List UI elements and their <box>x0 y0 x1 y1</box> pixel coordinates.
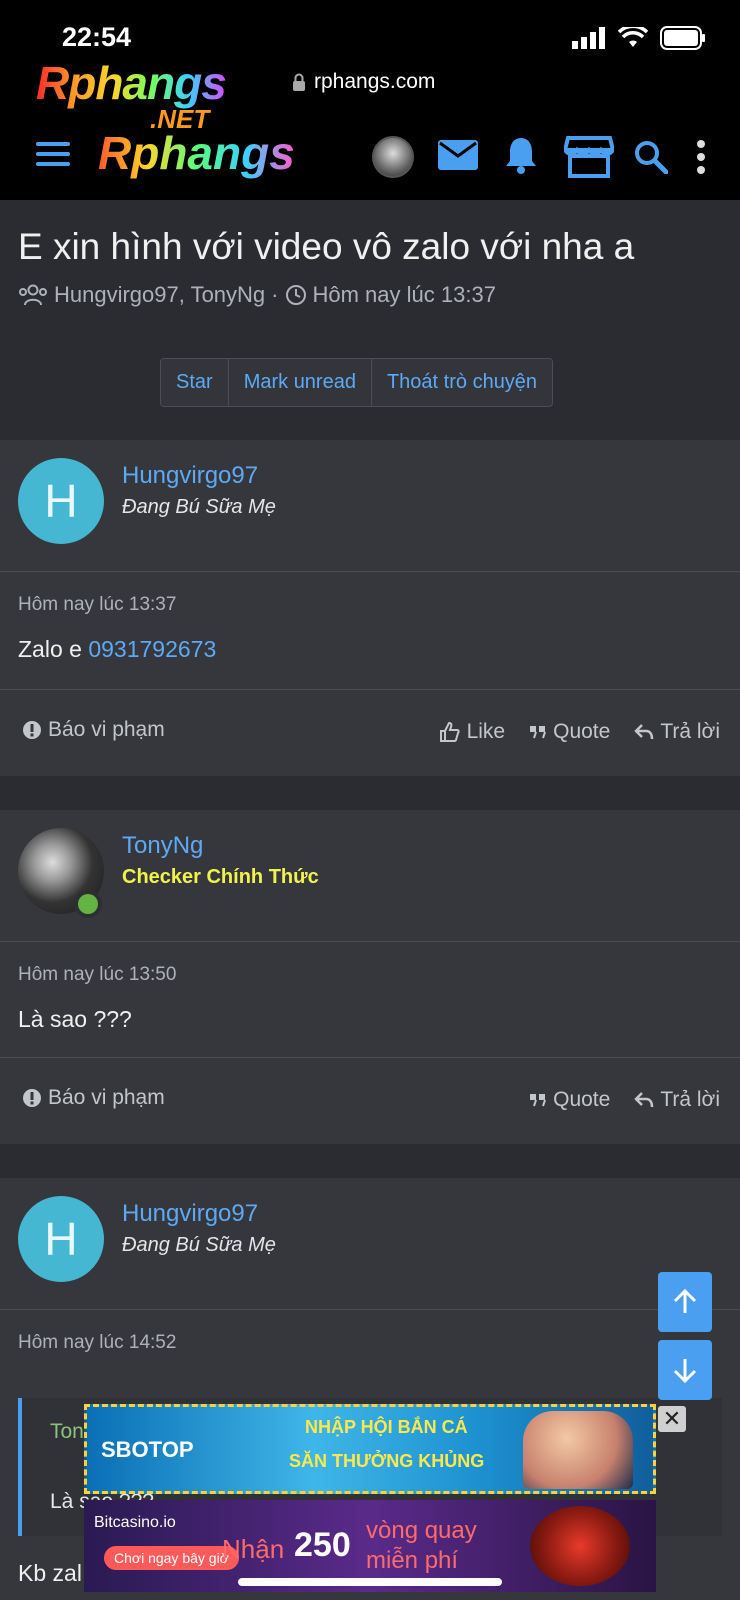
site-logo[interactable]: Rphangs <box>98 126 295 180</box>
menu-icon[interactable] <box>36 140 70 168</box>
message-action-links: Quote Trả lời <box>529 1088 720 1112</box>
avatar[interactable]: H <box>18 1196 104 1282</box>
message-date[interactable]: Hôm nay lúc 14:52 <box>18 1332 176 1354</box>
reply-button[interactable]: Trả lời <box>634 1088 720 1112</box>
signal-icon <box>572 27 605 49</box>
conversation-meta: Hungvirgo97, TonyNg · Hôm nay lúc 13:37 <box>18 282 496 308</box>
ad-image <box>523 1411 633 1489</box>
message-actions: Báo vi phạm Quote Trả lời <box>0 1058 740 1144</box>
ad-cta-button[interactable]: Chơi ngay bây giờ <box>104 1546 239 1570</box>
star-button[interactable]: Star <box>161 359 229 406</box>
status-icons <box>572 26 706 50</box>
ad-number: 250 <box>294 1526 351 1564</box>
message: TonyNg Checker Chính Thức Hôm nay lúc 13… <box>0 810 740 1144</box>
message-user-block: H Hungvirgo97 Đang Bú Sữa Mẹ <box>0 1178 740 1310</box>
alert-icon <box>23 721 41 739</box>
message-text: Kb zal <box>18 1560 82 1586</box>
report-button[interactable]: Báo vi phạm <box>22 1086 165 1110</box>
wifi-icon <box>618 27 648 47</box>
home-indicator[interactable] <box>238 1578 502 1586</box>
lock-icon <box>293 73 305 91</box>
store-icon[interactable] <box>564 134 614 178</box>
message-action-links: Like Quote Trả lời <box>439 720 720 744</box>
scroll-up-button[interactable] <box>658 1272 712 1332</box>
ad-brand: SBOTOP <box>101 1437 194 1462</box>
like-button[interactable]: Like <box>439 720 506 744</box>
browser-url[interactable]: rphangs.com <box>292 70 435 94</box>
like-label: Like <box>466 720 506 743</box>
mark-unread-button[interactable]: Mark unread <box>228 359 372 406</box>
leave-conversation-button[interactable]: Thoát trò chuyện <box>371 359 553 406</box>
message-text: Là sao ??? <box>18 1006 132 1032</box>
ad-image <box>530 1506 630 1586</box>
arrow-up-icon <box>673 1289 697 1313</box>
message-actions: Báo vi phạm Like Quote Trả lời <box>0 690 740 776</box>
ad-text-line2: miễn phí <box>366 1547 459 1574</box>
reply-button[interactable]: Trả lời <box>634 720 720 744</box>
reply-icon <box>634 1092 654 1108</box>
online-status-icon <box>74 890 102 918</box>
username[interactable]: TonyNg <box>122 832 203 860</box>
ad-text: vòng quay miễn phí <box>366 1516 477 1576</box>
status-time: 22:54 <box>62 22 132 52</box>
phone-link[interactable]: 0931792673 <box>88 636 216 662</box>
message: H Hungvirgo97 Đang Bú Sữa Mẹ Hôm nay lúc… <box>0 440 740 776</box>
alert-icon <box>23 1089 41 1107</box>
message-text: Zalo e 0931792673 <box>18 636 216 663</box>
scroll-down-button[interactable] <box>658 1340 712 1400</box>
message-user-block: H Hungvirgo97 Đang Bú Sữa Mẹ <box>0 440 740 572</box>
reply-label: Trả lời <box>660 1088 720 1111</box>
url-text: rphangs.com <box>314 70 436 93</box>
arrow-down-icon <box>673 1359 697 1383</box>
meta-separator: · <box>271 282 279 307</box>
close-ad-icon[interactable]: ✕ <box>658 1406 686 1432</box>
quote-button[interactable]: Quote <box>529 720 610 744</box>
search-icon[interactable] <box>634 140 668 174</box>
avatar[interactable]: H <box>18 458 104 544</box>
message-user-block: TonyNg Checker Chính Thức <box>0 810 740 942</box>
ad-headline: NHẬP HỘI BẮN CÁ <box>305 1417 468 1437</box>
quote-label: Quote <box>553 720 611 743</box>
thumbs-up-icon <box>439 721 460 742</box>
message-body: Hôm nay lúc 13:50 Là sao ??? <box>0 942 740 1058</box>
user-avatar[interactable] <box>372 136 414 178</box>
ad-prefix: Nhận <box>222 1534 285 1564</box>
user-title: Đang Bú Sữa Mẹ <box>122 1234 276 1256</box>
site-logo-small[interactable]: Rphangs <box>36 56 227 110</box>
report-label: Báo vi phạm <box>48 718 165 741</box>
ad-brand: Bitcasino.io <box>94 1514 176 1531</box>
more-options-icon[interactable] <box>696 140 706 174</box>
ad-text-line1: vòng quay <box>366 1517 477 1544</box>
reply-icon <box>634 724 654 740</box>
quote-icon <box>530 1094 547 1107</box>
ad-subheadline: SĂN THƯỞNG KHỦNG <box>289 1451 485 1471</box>
clock-icon <box>285 285 306 305</box>
quote-icon <box>530 726 547 739</box>
report-button[interactable]: Báo vi phạm <box>22 718 165 742</box>
battery-icon <box>660 26 705 50</box>
bell-icon[interactable] <box>504 136 538 174</box>
participants[interactable]: Hungvirgo97, TonyNg <box>54 282 265 308</box>
message-date[interactable]: Hôm nay lúc 13:50 <box>18 964 176 986</box>
quote-author[interactable]: Ton <box>50 1420 84 1444</box>
conversation-time: Hôm nay lúc 13:37 <box>312 282 496 307</box>
username[interactable]: Hungvirgo97 <box>122 462 258 490</box>
message-text-prefix: Zalo e <box>18 636 89 662</box>
user-title: Đang Bú Sữa Mẹ <box>122 496 276 518</box>
message-body: Hôm nay lúc 13:37 Zalo e 0931792673 <box>0 572 740 690</box>
message-date[interactable]: Hôm nay lúc 13:37 <box>18 594 176 616</box>
quote-button[interactable]: Quote <box>529 1088 610 1112</box>
ad-banner-sbotop[interactable]: SBOTOP NHẬP HỘI BẮN CÁ SĂN THƯỞNG KHỦNG <box>84 1404 656 1494</box>
report-label: Báo vi phạm <box>48 1086 165 1109</box>
reply-label: Trả lời <box>660 720 720 743</box>
user-title: Checker Chính Thức <box>122 866 319 888</box>
quote-label: Quote <box>553 1088 611 1111</box>
users-icon <box>19 284 47 306</box>
conversation-title: E xin hình với video vô zalo với nha a <box>18 226 635 267</box>
mail-icon[interactable] <box>438 140 478 170</box>
username[interactable]: Hungvirgo97 <box>122 1200 258 1228</box>
conversation-actions: Star Mark unread Thoát trò chuyện <box>160 358 554 407</box>
